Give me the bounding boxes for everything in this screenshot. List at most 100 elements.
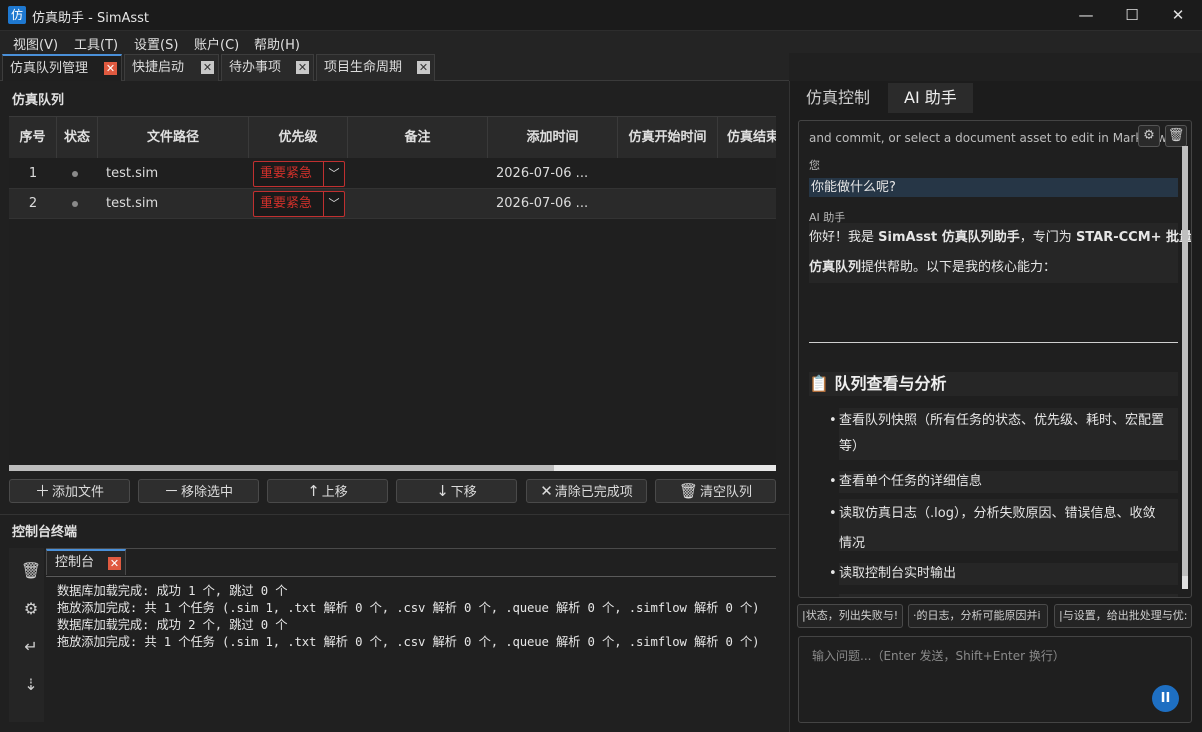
- remove-selected-button[interactable]: －移除选中: [138, 479, 259, 503]
- vertical-scrollbar[interactable]: [1182, 146, 1188, 589]
- status-dot-icon: [72, 201, 78, 207]
- chat-history: and commit, or select a document asset t…: [798, 120, 1192, 598]
- chat-input[interactable]: 输入问题...（Enter 发送，Shift+Enter 换行） II: [798, 636, 1192, 723]
- bullet-icon: •: [829, 594, 837, 597]
- move-down-button[interactable]: ↓ 下移: [396, 479, 517, 503]
- menu-account[interactable]: 账户(C): [194, 34, 239, 53]
- horizontal-scrollbar[interactable]: [9, 465, 776, 471]
- column-header[interactable]: 文件路径: [98, 117, 249, 158]
- arrow-up-icon: ↑: [307, 482, 320, 500]
- file-path: test.sim: [106, 166, 159, 181]
- app-window: 仿 仿真助手 - SimAsst — ☐ ✕ 视图(V) 工具(T) 设置(S)…: [0, 0, 1202, 732]
- suggestion-chip[interactable]: |与设置，给出批处理与优:: [1054, 604, 1192, 628]
- tab-ai-assistant[interactable]: AI 助手: [888, 83, 973, 113]
- x-icon: ✕: [540, 482, 553, 500]
- close-icon[interactable]: ✕: [417, 61, 430, 74]
- document-tab-bar: 仿真队列管理 ✕ 快捷启动 ✕ 待办事项 ✕ 项目生命周期 ✕: [0, 53, 789, 81]
- scrollbar-thumb[interactable]: [9, 465, 554, 471]
- column-header[interactable]: 优先级: [249, 117, 348, 158]
- clipboard-icon: 📋: [809, 374, 829, 393]
- column-header[interactable]: 序号: [9, 117, 57, 158]
- move-up-button[interactable]: ↑ 上移: [267, 479, 388, 503]
- ai-message-line: 你好！我是 SimAsst 仿真队列助手，专门为 STAR-CCM+ 批量: [809, 223, 1191, 253]
- menu-help[interactable]: 帮助(H): [254, 34, 300, 53]
- menu-tools[interactable]: 工具(T): [74, 34, 118, 53]
- console-top-line: [46, 548, 776, 549]
- list-item: • 查看队列快照（所有任务的状态、优先级、耗时、宏配置 等）: [829, 408, 1178, 460]
- right-panel: 仿真控制 AI 助手 and commit, or select a docum…: [789, 81, 1202, 732]
- ai-text: 你好！我是: [809, 230, 879, 245]
- priority-value: 重要紧急: [260, 196, 313, 211]
- list-text: 批量: [839, 597, 865, 598]
- console-line: 数据库加载完成: 成功 1 个, 跳过 0 个: [57, 584, 288, 598]
- minus-icon: －: [163, 482, 179, 500]
- ai-text: ，专门为: [1019, 230, 1076, 245]
- added-time: 2026-07-06 ...: [496, 166, 589, 181]
- close-window-button[interactable]: ✕: [1155, 0, 1201, 31]
- row-index: 1: [28, 166, 38, 181]
- button-label: 清除已完成项: [554, 485, 633, 500]
- close-icon[interactable]: ✕: [296, 61, 309, 74]
- button-label: 移除选中: [181, 485, 234, 500]
- tab-quick-launch[interactable]: 快捷启动 ✕: [124, 54, 219, 81]
- suggestion-chip[interactable]: ·的日志，分析可能原因并i: [908, 604, 1048, 628]
- console-line: 拖放添加完成: 共 1 个任务 (.sim 1, .txt 解析 0 个, .c…: [57, 635, 760, 649]
- scroll-bottom-icon[interactable]: ⇣: [20, 674, 42, 696]
- tab-queue-management[interactable]: 仿真队列管理 ✕: [2, 54, 122, 81]
- table-row[interactable]: 1 test.sim 重要紧急 ﹀ 2026-07-06 ...: [9, 159, 776, 189]
- tab-todo[interactable]: 待办事项 ✕: [221, 54, 314, 81]
- tab-console[interactable]: 控制台 ✕: [46, 549, 126, 575]
- button-label: 清空队列: [700, 485, 753, 500]
- splitter[interactable]: [0, 514, 789, 515]
- close-icon[interactable]: ✕: [104, 62, 117, 75]
- window-title: 仿真助手 - SimAsst: [32, 11, 150, 26]
- pause-button[interactable]: II: [1152, 685, 1179, 712]
- chevron-down-icon[interactable]: ﹀: [323, 162, 344, 186]
- console-line: 数据库加载完成: 成功 2 个, 跳过 0 个: [57, 618, 288, 632]
- clear-console-icon[interactable]: 🗑: [20, 560, 42, 582]
- tab-project-lifecycle[interactable]: 项目生命周期 ✕: [316, 54, 435, 81]
- column-header[interactable]: 仿真开始时间: [618, 117, 718, 158]
- ai-text: 提供帮助。以下是我的核心能力：: [861, 260, 1057, 275]
- bullet-icon: •: [829, 506, 837, 521]
- priority-select[interactable]: 重要紧急 ﹀: [253, 161, 345, 187]
- user-message: 你能做什么呢?: [809, 178, 1178, 197]
- tab-simulation-control[interactable]: 仿真控制: [790, 83, 886, 113]
- close-icon[interactable]: ✕: [201, 61, 214, 74]
- column-header[interactable]: 仿真结束: [718, 117, 776, 158]
- priority-select[interactable]: 重要紧急 ﹀: [253, 191, 345, 217]
- chat-previous-text: and commit, or select a document asset t…: [809, 131, 1179, 145]
- menu-bar: 视图(V) 工具(T) 设置(S) 账户(C) 帮助(H): [0, 31, 1202, 53]
- list-item: •批量: [839, 594, 1178, 598]
- list-item: • 查看单个任务的详细信息: [829, 471, 1178, 493]
- scrollbar-thumb[interactable]: [1182, 146, 1188, 576]
- gear-icon[interactable]: ⚙: [1138, 125, 1160, 147]
- chat-input-placeholder: 输入问题...（Enter 发送，Shift+Enter 换行）: [812, 649, 1065, 663]
- divider-line: [809, 342, 1178, 343]
- suggestion-chip[interactable]: |状态，列出失败与!: [797, 604, 903, 628]
- maximize-button[interactable]: ☐: [1109, 0, 1155, 31]
- column-header[interactable]: 备注: [348, 117, 488, 158]
- minimize-button[interactable]: —: [1063, 0, 1109, 31]
- wrap-text-icon[interactable]: ↵: [20, 636, 42, 658]
- menu-view[interactable]: 视图(V): [13, 34, 58, 53]
- row-index: 2: [28, 196, 38, 211]
- gear-icon[interactable]: ⚙: [20, 598, 42, 620]
- column-header[interactable]: 状态: [57, 117, 98, 158]
- ai-text-bold: 仿真队列: [809, 260, 862, 275]
- close-icon[interactable]: ✕: [108, 557, 121, 570]
- clear-queue-button[interactable]: 🗑 清空队列: [655, 479, 776, 503]
- chevron-down-icon[interactable]: ﹀: [323, 192, 344, 216]
- added-time: 2026-07-06 ...: [496, 196, 589, 211]
- bullet-icon: •: [829, 566, 837, 581]
- clear-chat-icon[interactable]: 🗑: [1165, 125, 1187, 147]
- tab-label: 快捷启动: [132, 60, 185, 75]
- menu-settings[interactable]: 设置(S): [134, 34, 178, 53]
- column-header[interactable]: 添加时间: [488, 117, 618, 158]
- list-text: 情况: [839, 536, 866, 551]
- add-file-button[interactable]: ＋添加文件: [9, 479, 130, 503]
- table-row[interactable]: 2 test.sim 重要紧急 ﹀ 2026-07-06 ...: [9, 189, 776, 219]
- button-label: 上移: [321, 485, 348, 500]
- clear-completed-button[interactable]: ✕ 清除已完成项: [526, 479, 647, 503]
- console-line: 拖放添加完成: 共 1 个任务 (.sim 1, .txt 解析 0 个, .c…: [57, 601, 760, 615]
